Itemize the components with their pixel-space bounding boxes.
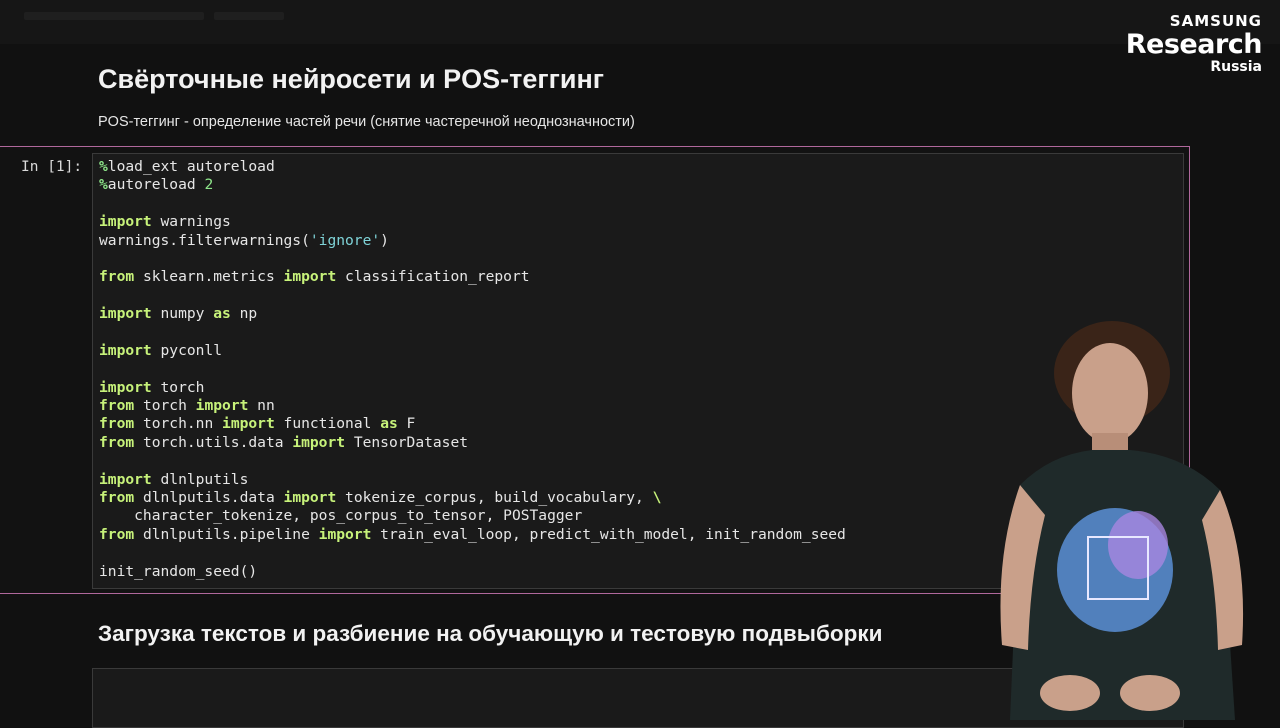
cell-prompt: In [1]:	[21, 159, 83, 175]
code-line: ​	[99, 195, 846, 213]
logo-line-samsung: SAMSUNG	[1169, 12, 1262, 30]
code-line: ​	[99, 287, 846, 305]
code-line: ​	[99, 452, 846, 470]
code-content[interactable]: %load_ext autoreload%autoreload 2​import…	[99, 158, 846, 581]
code-line: import dlnlputils	[99, 470, 249, 488]
samsung-research-logo: SAMSUNG Research Russia	[1125, 12, 1263, 75]
code-line: init_random_seed()	[99, 562, 258, 580]
toolbar-placeholder	[214, 12, 284, 20]
code-line: import numpy as np	[99, 305, 258, 323]
code-line: warnings.filterwarnings('ignore')	[99, 231, 389, 249]
code-line: ​	[99, 324, 846, 342]
code-line: from torch.utils.data import TensorDatas…	[99, 433, 469, 451]
logo-line-research: Research	[1125, 29, 1263, 60]
code-line: from dlnlputils.pipeline import train_ev…	[99, 525, 846, 543]
logo-line-russia: Russia	[1210, 59, 1262, 75]
code-line: %autoreload 2	[99, 176, 214, 194]
toolbar-placeholder	[24, 12, 204, 20]
code-line: character_tokenize, pos_corpus_to_tensor…	[99, 507, 583, 525]
code-line: from dlnlputils.data import tokenize_cor…	[99, 489, 662, 507]
code-line: import warnings	[99, 213, 231, 231]
code-line: import pyconll	[99, 341, 223, 359]
code-line: ​	[99, 250, 846, 268]
code-line: ​	[99, 360, 846, 378]
page-subtitle: POS-теггинг - определение частей речи (с…	[98, 114, 635, 130]
code-line: %load_ext autoreload	[99, 158, 275, 175]
code-line: from torch import nn	[99, 397, 275, 415]
page-title: Свёрточные нейросети и POS-теггинг	[98, 64, 605, 94]
code-line: import torch	[99, 378, 205, 396]
section-heading: Загрузка текстов и разбиение на обучающу…	[98, 621, 883, 646]
notebook-toolbar	[0, 0, 1280, 44]
code-line: from torch.nn import functional as F	[99, 415, 416, 433]
code-line: from sklearn.metrics import classificati…	[99, 268, 530, 286]
code-line: ​	[99, 544, 846, 562]
presenter-video-overlay	[1000, 321, 1244, 720]
